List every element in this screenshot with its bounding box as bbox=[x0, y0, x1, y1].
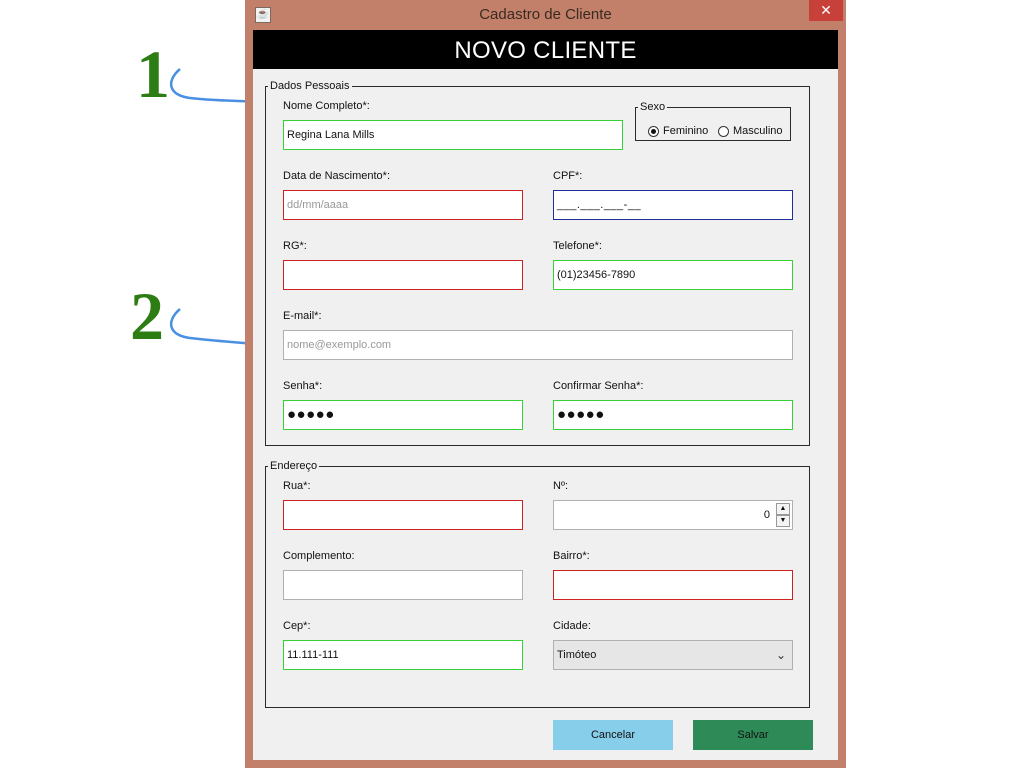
rua-input[interactable] bbox=[283, 500, 523, 530]
senha-label: Senha*: bbox=[283, 380, 323, 392]
cpf-label: CPF*: bbox=[553, 170, 583, 182]
dados-pessoais-legend: Dados Pessoais bbox=[270, 80, 350, 92]
numero-label: Nº: bbox=[553, 480, 569, 492]
app-window: ☕ Cadastro de Cliente ✕ NOVO CLIENTE Dad… bbox=[245, 0, 846, 768]
cancel-button[interactable]: Cancelar bbox=[553, 720, 673, 750]
sexo-legend: Sexo bbox=[640, 101, 666, 113]
numero-value: 0 bbox=[763, 509, 770, 521]
radio-unchecked-icon bbox=[718, 125, 729, 137]
telefone-label: Telefone*: bbox=[553, 240, 602, 252]
telefone-input[interactable]: (01)23456-7890 bbox=[553, 260, 793, 290]
email-placeholder: nome@exemplo.com bbox=[287, 339, 392, 351]
close-button[interactable]: ✕ bbox=[809, 0, 843, 21]
email-label: E-mail*: bbox=[283, 310, 322, 322]
radio-checked-icon bbox=[648, 125, 659, 137]
nascimento-label: Data de Nascimento*: bbox=[283, 170, 390, 182]
annotation-number-2: 2 bbox=[130, 278, 164, 354]
cep-input[interactable]: 11.111-111 bbox=[283, 640, 523, 670]
nome-input[interactable]: Regina Lana Mills bbox=[283, 120, 623, 150]
sexo-masculino-radio[interactable]: Masculino bbox=[718, 125, 783, 137]
spinner-down-icon[interactable]: ▼ bbox=[776, 515, 790, 527]
cpf-input[interactable]: ___.___.___-__ bbox=[553, 190, 793, 220]
window-content: NOVO CLIENTE Dados Pessoais Nome Complet… bbox=[253, 30, 838, 760]
numero-spinner[interactable]: 0 ▲ ▼ bbox=[553, 500, 793, 530]
confirmar-senha-label: Confirmar Senha*: bbox=[553, 380, 644, 392]
rg-label: RG*: bbox=[283, 240, 307, 252]
cidade-label: Cidade: bbox=[553, 620, 591, 632]
nascimento-placeholder: dd/mm/aaaa bbox=[287, 199, 349, 211]
sexo-feminino-label: Feminino bbox=[663, 125, 709, 137]
email-input[interactable]: nome@exemplo.com bbox=[283, 330, 793, 360]
cep-label: Cep*: bbox=[283, 620, 311, 632]
cidade-selected-value: Timóteo bbox=[557, 649, 597, 661]
complemento-input[interactable] bbox=[283, 570, 523, 600]
bairro-label: Bairro*: bbox=[553, 550, 590, 562]
bairro-input[interactable] bbox=[553, 570, 793, 600]
nome-label: Nome Completo*: bbox=[283, 100, 370, 112]
rua-label: Rua*: bbox=[283, 480, 311, 492]
page-title: NOVO CLIENTE bbox=[253, 30, 838, 69]
chevron-down-icon: ⌄ bbox=[775, 648, 786, 662]
rg-input[interactable] bbox=[283, 260, 523, 290]
sexo-masculino-label: Masculino bbox=[733, 125, 783, 137]
sexo-feminino-radio[interactable]: Feminino bbox=[648, 125, 708, 137]
window-title: Cadastro de Cliente bbox=[479, 6, 612, 23]
title-bar[interactable]: ☕ Cadastro de Cliente ✕ bbox=[245, 0, 846, 30]
cidade-select[interactable]: Timóteo ⌄ bbox=[553, 640, 793, 670]
save-button[interactable]: Salvar bbox=[693, 720, 813, 750]
endereco-legend: Endereço bbox=[270, 460, 318, 472]
senha-input[interactable]: ●●●●● bbox=[283, 400, 523, 430]
nascimento-input[interactable]: dd/mm/aaaa bbox=[283, 190, 523, 220]
confirmar-senha-input[interactable]: ●●●●● bbox=[553, 400, 793, 430]
spinner-up-icon[interactable]: ▲ bbox=[776, 503, 790, 515]
complemento-label: Complemento: bbox=[283, 550, 355, 562]
